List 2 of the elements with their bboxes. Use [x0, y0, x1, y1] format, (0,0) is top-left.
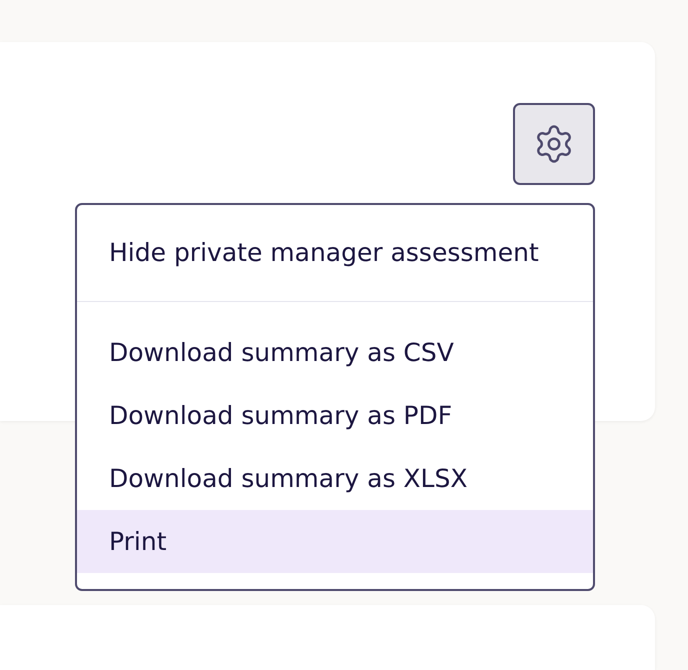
menu-item[interactable]: Print [77, 510, 593, 573]
settings-button[interactable] [513, 103, 595, 185]
